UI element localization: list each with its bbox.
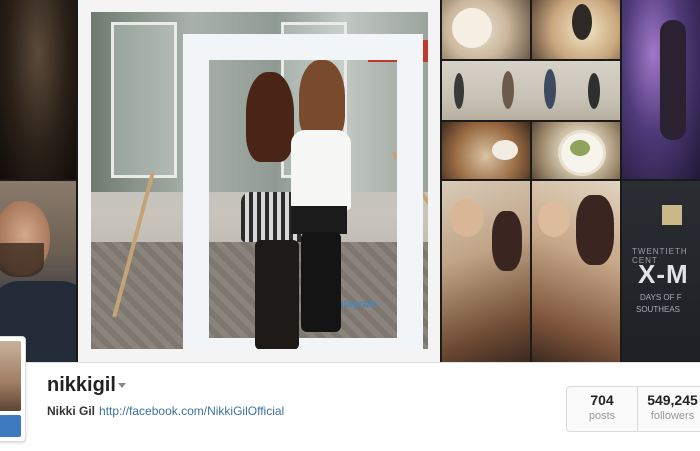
photo-tile-concert[interactable] [0,0,76,179]
person-shape [660,20,686,140]
poster-days-text: DAYS OF F [640,293,682,302]
photo-tile-dinner-table[interactable] [442,122,530,179]
salad-shape [570,140,590,156]
photo-grid: ABS-C Instagram TWENTIETH CENT X-M DAYS … [0,0,700,362]
figure-shape [454,73,464,109]
photo-window [111,22,177,178]
black-boots [301,232,341,332]
photo-tile-cafe-table[interactable] [532,0,620,59]
plate-shape [492,140,518,160]
person-hair [299,60,345,140]
profile-avatar[interactable] [0,336,26,442]
baby-face [538,201,570,237]
portrait-beard [0,243,44,277]
photo-tile-beach-collage[interactable] [442,61,620,120]
profile-username: nikkigil [47,374,116,396]
chevron-down-icon[interactable] [118,383,126,388]
stat-posts-label: posts [588,410,616,422]
photo-tile-man-portrait[interactable] [0,181,76,362]
mother-hair [576,195,614,265]
profile-stats: 704 posts 549,245 followers [566,386,700,432]
baby-face [450,199,484,237]
person-right [281,60,361,332]
photo-tile-mother-baby[interactable] [442,181,530,362]
follow-button[interactable] [0,415,21,437]
photo-tile-xmen-poster[interactable]: TWENTIETH CENT X-M DAYS OF F SOUTHEAS [622,181,700,362]
person-shape [572,4,592,40]
poster-region-text: SOUTHEAS [636,305,681,314]
stat-posts[interactable]: 704 posts [567,387,637,431]
stat-posts-count: 704 [590,392,614,408]
figure-shape [502,71,514,109]
featured-photo: ABS-C Instagram [91,12,428,349]
plate-shape [452,8,492,48]
stat-followers-label: followers [650,410,695,422]
studio-badge [662,205,682,225]
white-top [291,130,351,210]
figure-shape [544,69,556,109]
profile-full-name: Nikki Gil [47,404,96,418]
avatar-image [0,341,21,411]
profile-website-link[interactable]: http://facebook.com/NikkiGilOfficial [99,404,284,418]
figure-shape [588,73,600,109]
black-shorts [291,206,347,234]
photo-tile-stage-purple[interactable] [622,0,700,179]
mother-hair [492,211,522,271]
photo-tile-salad-bowl[interactable] [532,122,620,179]
stat-followers[interactable]: 549,245 followers [637,387,700,431]
photo-tile-food-plate[interactable] [442,0,530,59]
featured-photo-card[interactable]: ABS-C Instagram [78,0,440,362]
stat-followers-count: 549,245 [647,392,698,408]
photo-tile-mother-baby-smile[interactable] [532,181,620,362]
poster-title-text: X-M [638,259,689,289]
profile-bio: Nikki Gil http://facebook.com/NikkiGilOff… [47,404,284,418]
